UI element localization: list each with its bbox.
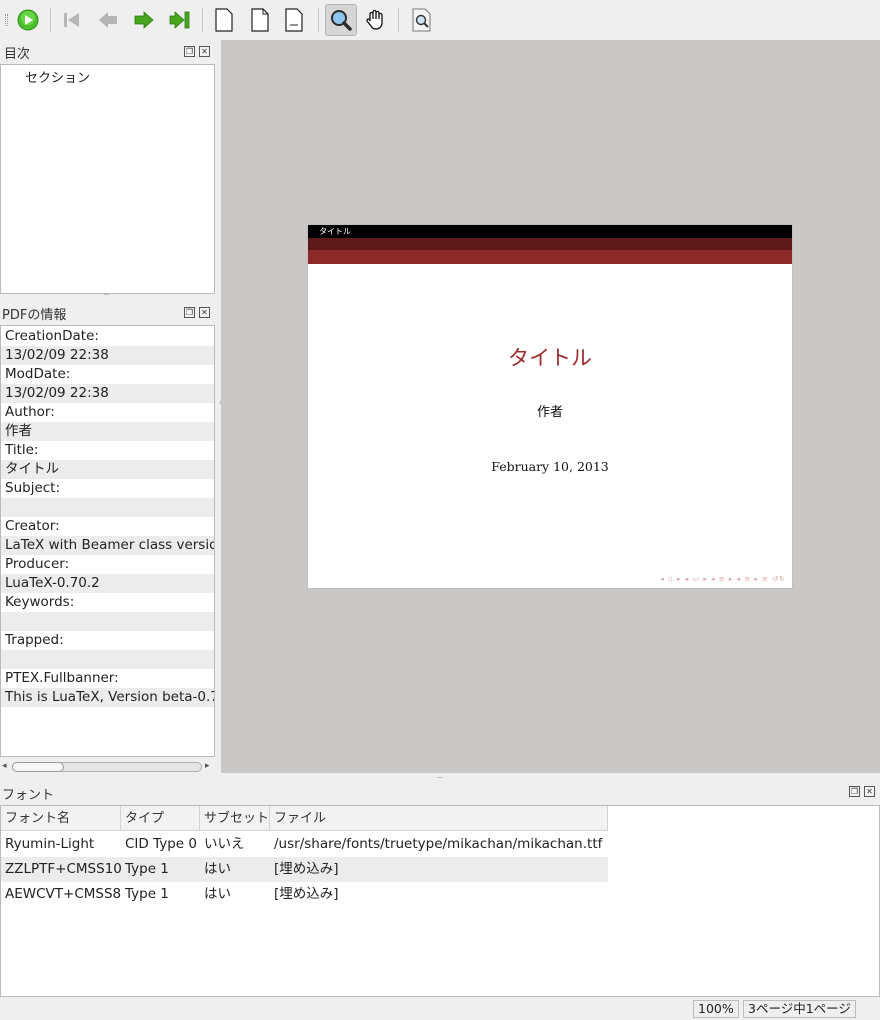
info-horizontal-scrollbar[interactable]: ◂ ▸	[0, 759, 215, 775]
pdf-page[interactable]: タイトル タイトル 作者 February 10, 2013 ◂ ▫ ▸ ◂ ▭…	[308, 225, 792, 588]
scroll-right-icon[interactable]: ▸	[205, 761, 210, 771]
info-row: ModDate:	[5, 366, 71, 382]
slide-date: February 10, 2013	[491, 459, 609, 474]
cell-font-name: AEWCVT+CMSS8	[5, 886, 121, 902]
cell-font-name: Ryumin-Light	[5, 836, 95, 852]
info-row: LuaTeX-0.70.2	[1, 574, 214, 593]
column-header-type[interactable]: タイプ	[121, 806, 200, 830]
facing-page-button[interactable]	[278, 4, 310, 36]
scroll-left-icon[interactable]: ◂	[2, 761, 7, 771]
close-icon[interactable]: ✕	[199, 46, 210, 57]
info-row: 13/02/09 22:38	[1, 346, 214, 365]
beamer-navigation-icon: ◂ ▫ ▸ ◂ ▭ ▸ ◂ ≡ ▸ ◂ ≡ ▸ ≡ ↺↻	[660, 575, 786, 583]
play-icon	[17, 9, 39, 31]
next-page-button[interactable]	[128, 4, 160, 36]
cell-type: CID Type 0	[125, 836, 197, 852]
toolbar-grip[interactable]	[5, 14, 8, 26]
info-row: 作者	[1, 422, 214, 441]
hand-tool-button[interactable]	[360, 4, 392, 36]
toc-panel: セクション	[0, 64, 215, 294]
float-icon[interactable]: ❐	[849, 786, 860, 797]
slide-header-band	[308, 250, 792, 264]
info-row: PTEX.Fullbanner:	[5, 670, 119, 686]
info-row: Author:	[5, 404, 55, 420]
previous-page-icon	[99, 12, 117, 28]
slide-header-bar: タイトル	[308, 225, 792, 238]
info-row: LaTeX with Beamer class version	[1, 536, 214, 555]
cell-file: [埋め込み]	[274, 886, 339, 902]
pdf-info-panel-controls: ❐ ✕	[184, 307, 210, 318]
info-row: CreationDate:	[5, 328, 99, 344]
pdf-info-panel: CreationDate: 13/02/09 22:38 ModDate: 13…	[0, 325, 215, 757]
cell-file: [埋め込み]	[274, 861, 339, 877]
play-button[interactable]	[12, 4, 44, 36]
slide-author: 作者	[536, 405, 563, 420]
info-row: This is LuaTeX, Version beta-0.70	[1, 688, 214, 707]
hand-icon	[366, 9, 383, 30]
first-page-button[interactable]	[56, 4, 88, 36]
slide-title: タイトル	[508, 346, 592, 370]
float-icon[interactable]: ❐	[184, 46, 195, 57]
toc-panel-controls: ❐ ✕	[184, 46, 210, 57]
slide-header-text: タイトル	[319, 227, 351, 236]
next-page-icon	[134, 11, 154, 29]
fonts-table: フォント名 タイプ サブセット ファイル Ryumin-Light CID Ty…	[0, 805, 880, 997]
cell-subset: はい	[204, 861, 231, 877]
info-row	[1, 650, 214, 669]
info-row: 13/02/09 22:38	[1, 384, 214, 403]
info-row	[1, 498, 214, 517]
fonts-panel-title: フォント	[2, 787, 55, 803]
scroll-thumb[interactable]	[12, 762, 64, 772]
float-icon[interactable]: ❐	[184, 307, 195, 318]
zoom-icon	[331, 10, 352, 31]
first-page-icon	[64, 13, 79, 27]
zoom-level: 100%	[693, 1000, 739, 1018]
page-icon	[285, 8, 303, 32]
table-header: フォント名 タイプ サブセット ファイル	[1, 806, 608, 831]
fonts-panel-controls: ❐ ✕	[849, 786, 875, 797]
last-page-icon	[169, 11, 190, 29]
close-icon[interactable]: ✕	[199, 307, 210, 318]
cell-type: Type 1	[125, 886, 169, 902]
toc-item-section[interactable]: セクション	[25, 67, 90, 86]
close-icon[interactable]: ✕	[864, 786, 875, 797]
table-row[interactable]: Ryumin-Light CID Type 0 いいえ /usr/share/f…	[1, 832, 608, 857]
info-row	[1, 612, 214, 631]
table-row[interactable]: ZZLPTF+CMSS10 Type 1 はい [埋め込み]	[1, 857, 608, 882]
info-row: Keywords:	[5, 594, 75, 610]
cell-subset: はい	[204, 886, 231, 902]
column-header-subset[interactable]: サブセット	[200, 806, 270, 830]
toolbar	[0, 0, 880, 40]
status-bar: 100% 3ページ中1ページ	[0, 998, 880, 1020]
slide-header-band	[308, 238, 792, 250]
bottom-splitter[interactable]: ·····	[436, 774, 443, 782]
continuous-page-button[interactable]	[244, 4, 276, 36]
info-row: Producer:	[5, 556, 70, 572]
info-row: Subject:	[5, 480, 61, 496]
find-icon	[412, 8, 431, 32]
page-icon	[251, 8, 269, 32]
cell-subset: いいえ	[204, 836, 245, 852]
page-icon	[215, 8, 233, 32]
last-page-button[interactable]	[164, 4, 196, 36]
zoom-button[interactable]	[325, 4, 357, 36]
toc-panel-title: 目次	[4, 46, 31, 62]
single-page-button[interactable]	[208, 4, 240, 36]
page-indicator: 3ページ中1ページ	[743, 1000, 856, 1018]
column-header-font-name[interactable]: フォント名	[1, 806, 121, 830]
panel-splitter[interactable]: ·····	[103, 291, 110, 299]
pdf-info-panel-title: PDFの情報	[2, 307, 67, 323]
find-button[interactable]	[406, 4, 438, 36]
info-row: Trapped:	[5, 632, 64, 648]
column-header-file[interactable]: ファイル	[270, 806, 608, 830]
info-row: Creator:	[5, 518, 60, 534]
cell-file: /usr/share/fonts/truetype/mikachan/mikac…	[274, 836, 603, 852]
table-row[interactable]: AEWCVT+CMSS8 Type 1 はい [埋め込み]	[1, 882, 608, 907]
info-row: タイトル	[1, 460, 214, 479]
previous-page-button[interactable]	[92, 4, 124, 36]
cell-type: Type 1	[125, 861, 169, 877]
info-row: Title:	[5, 442, 39, 458]
cell-font-name: ZZLPTF+CMSS10	[5, 861, 121, 877]
